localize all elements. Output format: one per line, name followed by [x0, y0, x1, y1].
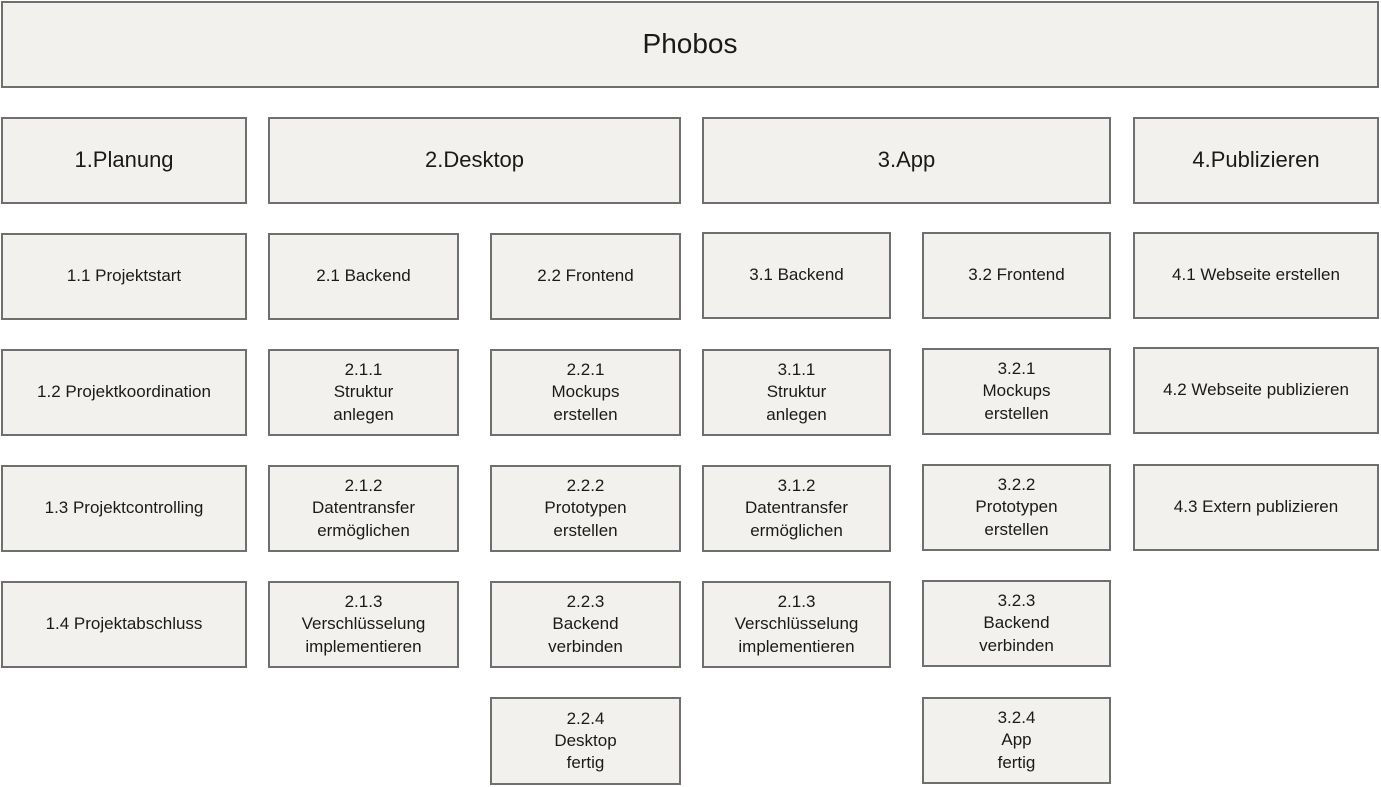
task-label: 3.1.1 Struktur anlegen	[766, 360, 827, 424]
task-label: 4.3 Extern publizieren	[1173, 497, 1339, 517]
task-4-2-webseite-publizieren: 4.2 Webseite publizieren	[1133, 347, 1379, 434]
task-2-2-3: 2.2.3 Backend verbinden	[490, 581, 681, 668]
task-label: 2.1.1 Struktur anlegen	[333, 360, 394, 424]
task-3-1-1: 3.1.1 Struktur anlegen	[702, 349, 891, 436]
task-3-2-4: 3.2.4 App fertig	[922, 697, 1111, 784]
task-3-1-2: 3.1.2 Datentransfer ermöglichen	[702, 465, 891, 552]
group-3-2-frontend: 3.2 Frontend	[922, 232, 1111, 319]
task-2-1-2: 2.1.2 Datentransfer ermöglichen	[268, 465, 459, 552]
task-2-2-4: 2.2.4 Desktop fertig	[490, 697, 681, 785]
task-1-1-projektstart: 1.1 Projektstart	[1, 233, 247, 320]
task-3-2-1: 3.2.1 Mockups erstellen	[922, 348, 1111, 435]
task-1-3-projektcontrolling: 1.3 Projektcontrolling	[1, 465, 247, 552]
task-3-2-3: 3.2.3 Backend verbinden	[922, 580, 1111, 667]
task-label: 3.2.4 App fertig	[997, 708, 1036, 772]
task-3-1-3: 2.1.3 Verschlüsselung implementieren	[702, 581, 891, 668]
task-2-2-1: 2.2.1 Mockups erstellen	[490, 349, 681, 436]
task-label: 3.2.2 Prototypen erstellen	[975, 475, 1058, 539]
task-label: 3.2.1 Mockups erstellen	[982, 359, 1051, 423]
task-label: 2.2.1 Mockups erstellen	[551, 360, 620, 424]
task-label: 2.2.2 Prototypen erstellen	[544, 476, 627, 540]
task-label: 1.3 Projektcontrolling	[44, 498, 204, 518]
task-2-2-2: 2.2.2 Prototypen erstellen	[490, 465, 681, 552]
task-label: 2.2.3 Backend verbinden	[548, 592, 623, 656]
task-1-4-projektabschluss: 1.4 Projektabschluss	[1, 581, 247, 668]
group-2-2-frontend: 2.2 Frontend	[490, 233, 681, 320]
task-4-1-webseite-erstellen: 4.1 Webseite erstellen	[1133, 232, 1379, 319]
group-label: 2.1 Backend	[316, 266, 411, 286]
task-label: 4.2 Webseite publizieren	[1163, 380, 1349, 400]
task-1-2-projektkoordination: 1.2 Projektkoordination	[1, 349, 247, 436]
group-2-1-backend: 2.1 Backend	[268, 233, 459, 320]
phase-label: 4.Publizieren	[1192, 147, 1320, 173]
phase-publizieren: 4.Publizieren	[1133, 117, 1379, 204]
task-2-1-1: 2.1.1 Struktur anlegen	[268, 349, 459, 436]
task-label: 1.2 Projektkoordination	[37, 382, 211, 402]
phase-app: 3.App	[702, 117, 1111, 204]
task-label: 2.1.3 Verschlüsselung implementieren	[734, 592, 859, 656]
task-label: 2.1.3 Verschlüsselung implementieren	[301, 592, 426, 656]
task-label: 3.1.2 Datentransfer ermöglichen	[745, 476, 848, 540]
task-label: 2.2.4 Desktop fertig	[554, 708, 617, 773]
task-2-1-3: 2.1.3 Verschlüsselung implementieren	[268, 581, 459, 668]
group-3-1-backend: 3.1 Backend	[702, 232, 891, 319]
group-label: 2.2 Frontend	[537, 266, 634, 286]
phase-planung: 1.Planung	[1, 117, 247, 204]
task-label: 4.1 Webseite erstellen	[1172, 265, 1340, 285]
group-label: 3.2 Frontend	[968, 265, 1065, 285]
root-node-phobos: Phobos	[1, 1, 1379, 88]
group-label: 3.1 Backend	[749, 265, 844, 285]
task-label: 2.1.2 Datentransfer ermöglichen	[312, 476, 415, 540]
phase-label: 1.Planung	[74, 147, 174, 173]
root-node-label: Phobos	[642, 28, 738, 60]
phase-label: 2.Desktop	[424, 147, 525, 173]
task-4-3-extern-publizieren: 4.3 Extern publizieren	[1133, 464, 1379, 551]
phase-label: 3.App	[877, 147, 936, 173]
task-label: 3.2.3 Backend verbinden	[979, 591, 1054, 655]
task-label: 1.1 Projektstart	[66, 266, 182, 286]
phase-desktop: 2.Desktop	[268, 117, 681, 204]
task-3-2-2: 3.2.2 Prototypen erstellen	[922, 464, 1111, 551]
task-label: 1.4 Projektabschluss	[45, 614, 203, 634]
